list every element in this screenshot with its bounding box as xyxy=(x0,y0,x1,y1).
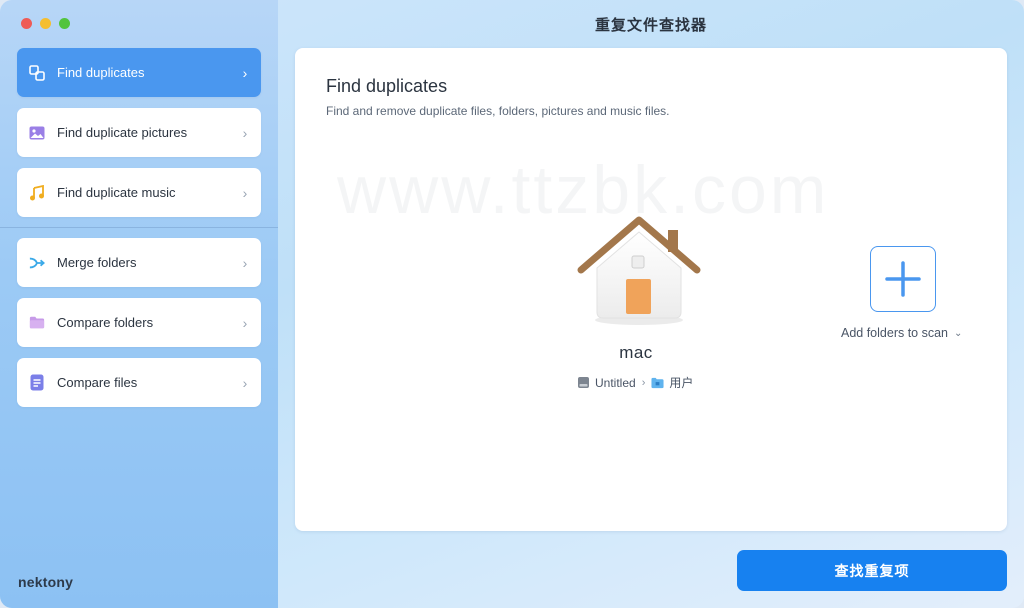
scan-button-label: 查找重复项 xyxy=(834,562,910,579)
sidebar-item-label: Compare folders xyxy=(57,315,154,330)
close-window-button[interactable] xyxy=(21,18,32,29)
page-subtitle: Find and remove duplicate files, folders… xyxy=(326,104,670,118)
brand-logo: nektony xyxy=(18,574,74,590)
add-folders-label: Add folders to scan xyxy=(841,326,949,340)
folder-icon xyxy=(29,315,45,331)
sidebar: Find duplicates › Find duplicate picture… xyxy=(0,0,278,608)
window-controls xyxy=(21,18,70,29)
chevron-right-icon: › xyxy=(242,254,248,271)
sidebar-divider xyxy=(0,227,278,228)
chevron-right-icon: › xyxy=(242,374,248,391)
sidebar-item-label: Compare files xyxy=(57,375,138,390)
file-icon xyxy=(29,374,45,391)
add-folders-dropdown[interactable]: Add folders to scan ⌄ xyxy=(841,326,962,340)
merge-icon xyxy=(29,255,45,271)
duplicates-icon xyxy=(29,64,45,81)
folder-icon xyxy=(651,376,664,389)
disk-icon xyxy=(577,376,590,389)
find-duplicates-button[interactable]: 查找重复项 xyxy=(737,550,1007,591)
page-title: Find duplicates xyxy=(326,76,448,96)
sidebar-item-merge-folders[interactable]: Merge folders › xyxy=(17,238,261,287)
breadcrumb-item[interactable]: Untitled xyxy=(595,376,636,390)
chevron-down-icon: ⌄ xyxy=(954,327,963,339)
add-folder-button[interactable] xyxy=(870,246,936,312)
plus-icon xyxy=(885,261,921,297)
window-title: 重复文件查找器 xyxy=(594,16,707,34)
main-panel: Find duplicates Find and remove duplicat… xyxy=(295,48,1007,531)
window-title-bar: 重复文件查找器 xyxy=(278,0,1024,48)
sidebar-item-label: Merge folders xyxy=(57,255,137,270)
chevron-right-icon: › xyxy=(641,376,646,389)
sidebar-item-compare-folders[interactable]: Compare folders › xyxy=(17,298,261,347)
minimize-window-button[interactable] xyxy=(40,18,51,29)
chevron-right-icon: › xyxy=(242,314,248,331)
pictures-icon xyxy=(29,125,45,141)
sidebar-item-find-duplicate-pictures[interactable]: Find duplicate pictures › xyxy=(17,108,261,157)
chevron-right-icon: › xyxy=(242,184,248,201)
music-icon xyxy=(29,184,45,201)
app-window: Find duplicates › Find duplicate picture… xyxy=(0,0,1024,608)
breadcrumb-item[interactable]: 用户 xyxy=(669,374,693,391)
sidebar-item-compare-files[interactable]: Compare files › xyxy=(17,358,261,407)
sidebar-item-label: Find duplicates xyxy=(57,65,145,80)
chevron-right-icon: › xyxy=(242,124,248,141)
sidebar-item-label: Find duplicate music xyxy=(57,185,176,200)
sidebar-item-label: Find duplicate pictures xyxy=(57,125,188,140)
chevron-right-icon: › xyxy=(242,64,248,81)
zoom-window-button[interactable] xyxy=(59,18,70,29)
folder-name: mac xyxy=(619,343,653,362)
sidebar-item-find-duplicate-music[interactable]: Find duplicate music › xyxy=(17,168,261,217)
home-folder-icon[interactable] xyxy=(577,216,701,328)
folder-path-breadcrumb: Untitled › 用户 xyxy=(577,374,693,391)
sidebar-item-find-duplicates[interactable]: Find duplicates › xyxy=(17,48,261,97)
